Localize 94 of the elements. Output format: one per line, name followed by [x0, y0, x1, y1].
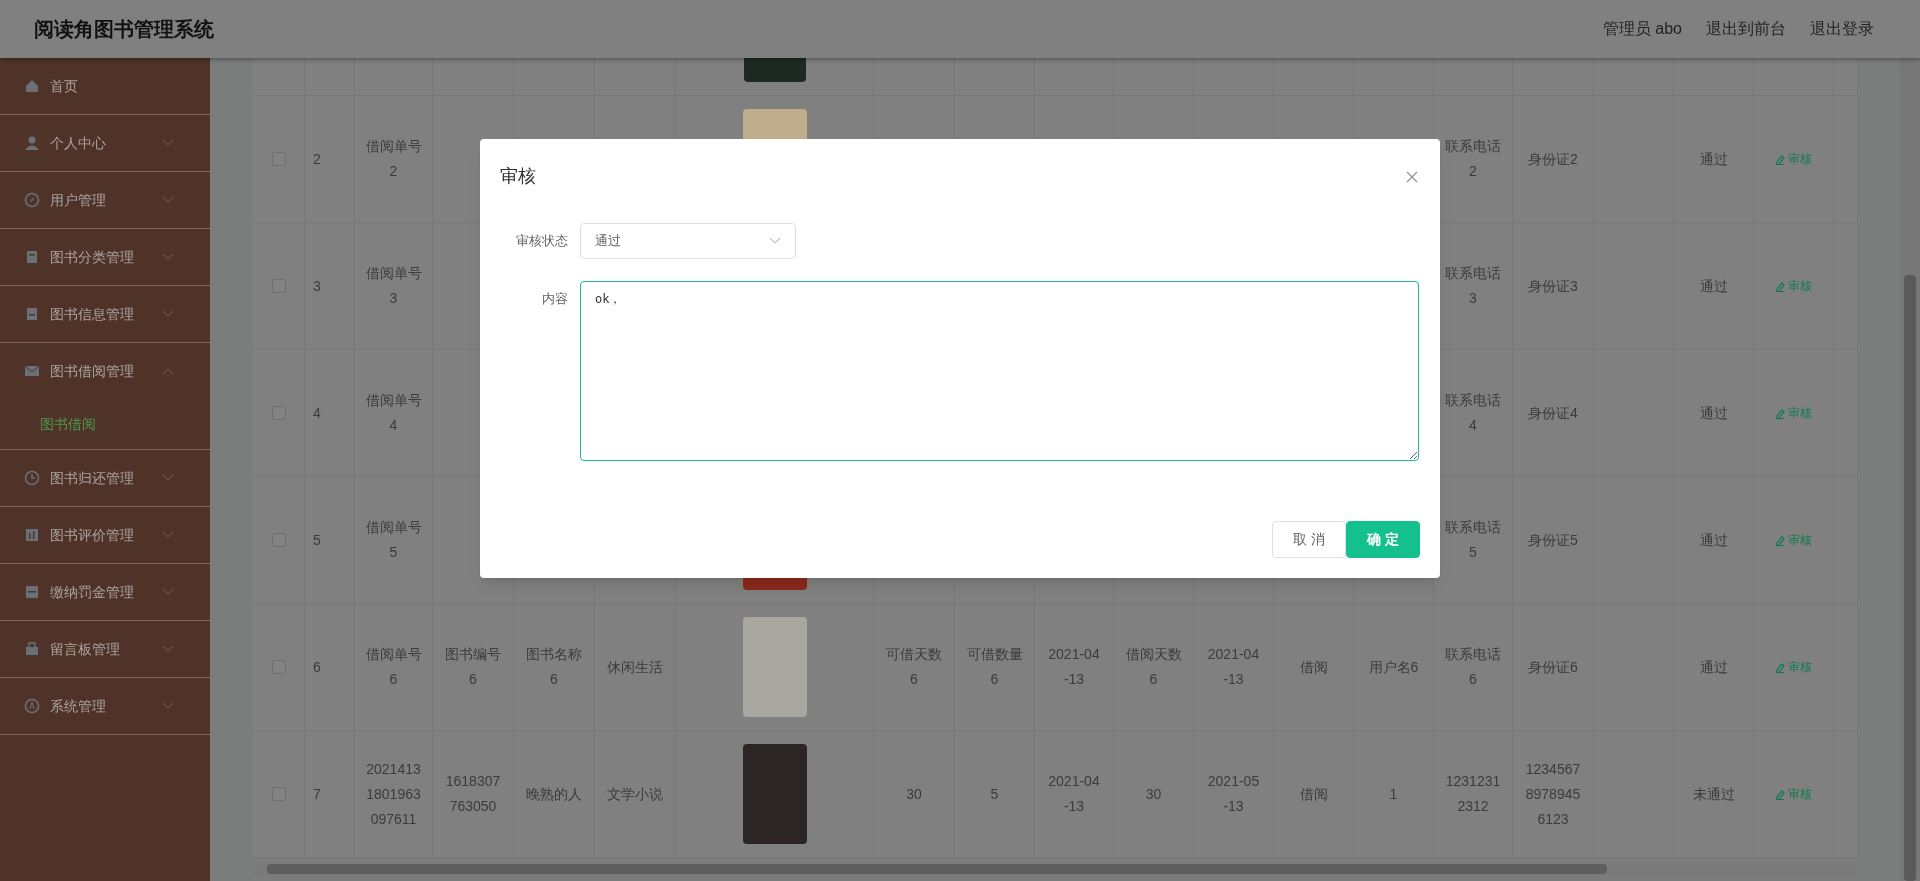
table-cell-text: 借阅单号 4 [365, 391, 422, 435]
table-cell-text: 通过 [1699, 530, 1728, 550]
cancel-button[interactable]: 取消 [1272, 521, 1346, 558]
table-cell-text: 晚熟的人 [526, 784, 582, 804]
sidebar-item[interactable]: 留言板管理 [0, 621, 210, 677]
table-cell-text: 身份证2 [1528, 149, 1578, 169]
row-number: 4 [313, 403, 321, 423]
compass-icon [24, 698, 40, 714]
table-cell-text: 通过 [1699, 276, 1728, 296]
row-number: 7 [313, 784, 321, 804]
table-cell-text: 图书编号 6 [445, 645, 501, 689]
table-cell-text: 5 [990, 784, 999, 804]
table-cell-text: 30 [1145, 784, 1162, 804]
table-cell-text: 通过 [1699, 149, 1728, 169]
table-cell-text: 身份证3 [1528, 276, 1578, 296]
envelope-icon [24, 363, 40, 379]
table-cell-text: 1234567 8978945 6123 [1525, 759, 1581, 829]
scrollbar-thumb[interactable] [267, 864, 1607, 874]
app-title: 阅读角图书管理系统 [34, 17, 214, 42]
table-cell-text: 联系电话 4 [1445, 391, 1501, 435]
table-cell-text: 2021-05 -13 [1207, 772, 1260, 816]
pencil-icon [1775, 661, 1785, 673]
table-cell-text: 通过 [1699, 657, 1728, 677]
row-number: 3 [313, 276, 321, 296]
sidebar-item[interactable]: 图书归还管理 [0, 450, 210, 506]
table-cell-text: 可借数量 6 [966, 645, 1023, 689]
scrollbar-thumb[interactable] [1904, 275, 1916, 881]
sidebar-item[interactable]: 首页 [0, 58, 210, 114]
table-cell-text: 身份证6 [1528, 657, 1578, 677]
chevron-down-icon [769, 237, 781, 245]
pencil-icon [1775, 280, 1785, 292]
row-number: 6 [313, 657, 321, 677]
clock-icon [24, 470, 40, 486]
table-cell-text: 借阅 [1299, 657, 1328, 677]
table-cell-text: 1 [1389, 784, 1398, 804]
table-cell-text: 文学小说 [607, 784, 663, 804]
sidebar-item[interactable]: 用户管理 [0, 172, 210, 228]
field-label: 内容 [541, 290, 569, 308]
table-cell-text: 图书名称 6 [526, 645, 582, 689]
content-textarea[interactable]: ok， [580, 281, 1419, 461]
table-cell-text: 通过 [1699, 403, 1728, 423]
sidebar-item[interactable]: 个人中心 [0, 115, 210, 171]
document-icon [24, 249, 40, 265]
home-icon [24, 78, 40, 94]
table-cell-text: 1231231 2312 [1445, 772, 1501, 816]
table-cell-text: 借阅单号 3 [365, 264, 422, 308]
sidebar-item[interactable]: 图书借阅管理 [0, 343, 210, 399]
sidebar-item[interactable]: 系统管理 [0, 678, 210, 734]
row-number: 5 [313, 530, 321, 550]
dialog-title: 审核 [500, 165, 536, 188]
table-cell-text: 借阅单号 5 [365, 518, 422, 562]
document-icon [24, 306, 40, 322]
pencil-icon [1775, 407, 1785, 419]
table-cell-text: 借阅单号 2 [365, 137, 422, 181]
table-cell-text: 休闲生活 [607, 657, 663, 677]
table-cell-text: 借阅单号 6 [365, 645, 422, 689]
sidebar-item[interactable]: 缴纳罚金管理 [0, 564, 210, 620]
table-cell-text: 2021413 1801963 097611 [366, 759, 421, 829]
field-label: 审核状态 [515, 232, 569, 250]
pencil-icon [1775, 153, 1785, 165]
table-cell-text: 可借天数 6 [886, 645, 942, 689]
table-cell-text: 联系电话 3 [1445, 264, 1501, 308]
sidebar-item[interactable]: 图书分类管理 [0, 229, 210, 285]
table-cell-text: 2021-04 -13 [1048, 645, 1100, 689]
submenu-item[interactable]: 图书借阅 [0, 399, 210, 449]
table-cell-text: 身份证5 [1528, 530, 1578, 550]
admin-name: 管理员 abo [1602, 19, 1682, 39]
sidebar-item[interactable]: 图书评价管理 [0, 507, 210, 563]
pencil-icon [1775, 788, 1785, 800]
briefcase-icon [24, 641, 40, 657]
table-cell-text: 借阅天数 6 [1125, 645, 1182, 689]
wallet-icon [24, 584, 40, 600]
close-icon [1406, 170, 1418, 183]
user-icon [24, 135, 40, 151]
compass-icon [24, 192, 40, 208]
header-link[interactable]: 退出登录 [1810, 17, 1874, 41]
table-cell-text: 联系电话 2 [1445, 137, 1501, 181]
table-cell-text: 2021-04 -13 [1207, 645, 1260, 689]
chart-icon [24, 527, 40, 543]
table-cell-text: 借阅 [1299, 784, 1328, 804]
table-cell-text: 联系电话 6 [1445, 645, 1501, 689]
row-number: 2 [313, 149, 321, 169]
table-cell-text: 身份证4 [1528, 403, 1578, 423]
header-link[interactable]: 退出到前台 [1706, 17, 1786, 41]
table-cell-text: 用户名6 [1368, 657, 1419, 677]
status-select[interactable]: 通过 [580, 223, 796, 259]
table-cell-text: 联系电话 5 [1445, 518, 1501, 562]
sidebar-item[interactable]: 图书信息管理 [0, 286, 210, 342]
vertical-scrollbar[interactable] [1900, 58, 1920, 881]
table-cell-text: 未通过 [1692, 784, 1735, 804]
table-cell-text: 2021-04 -13 [1048, 772, 1100, 816]
pencil-icon [1775, 534, 1785, 546]
table-cell-text: 1618307 763050 [445, 772, 501, 816]
table-cell-text: 30 [906, 784, 922, 804]
